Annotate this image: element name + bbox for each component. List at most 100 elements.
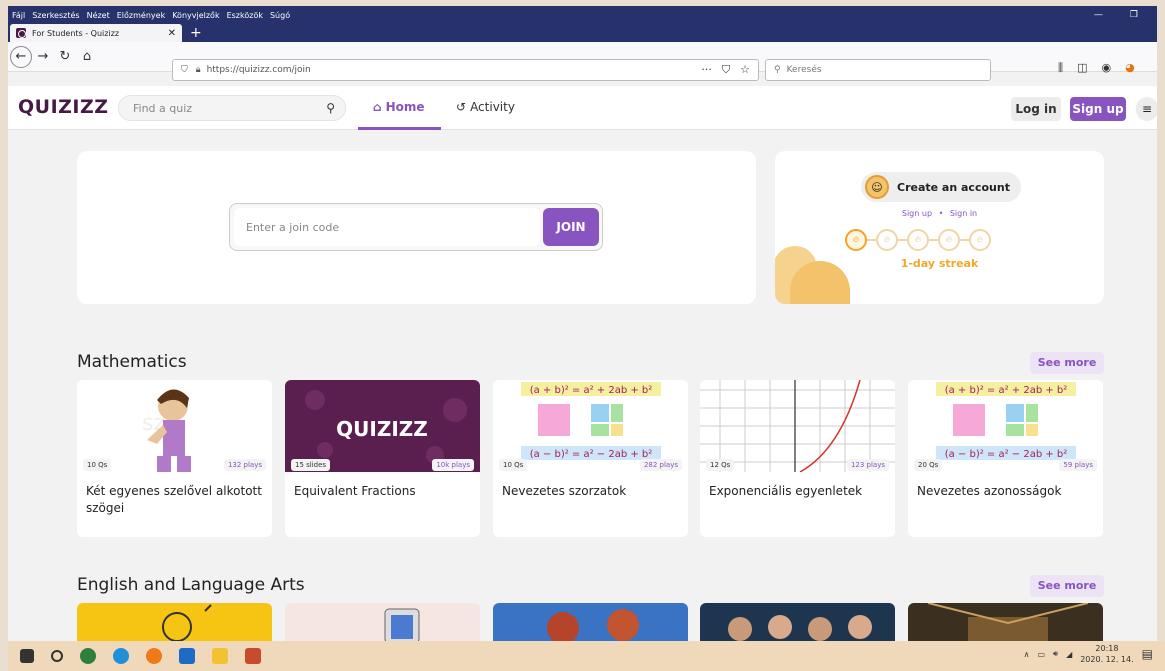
notifications-icon[interactable]: ▤ — [1142, 647, 1153, 661]
plays-badge: 123 plays — [846, 459, 889, 471]
browser-search-placeholder: Keresés — [786, 65, 822, 75]
group-photo-thumbnail — [728, 615, 872, 641]
browser-search-input[interactable]: ⚲ Keresés — [765, 59, 991, 81]
network-icon[interactable]: ◢ — [1066, 650, 1072, 659]
home-icon[interactable]: ⌂ — [76, 49, 98, 64]
quiz-title: Két egyenes szelővel alkotott szögei — [86, 484, 262, 515]
minimize-icon[interactable]: — — [1094, 10, 1103, 20]
plays-badge: 10k plays — [432, 459, 474, 471]
join-code-input[interactable]: Enter a join code — [234, 208, 540, 246]
quiz-card[interactable]: (a + b)² = a² + 2ab + b² (a − b)² = a² −… — [493, 380, 688, 537]
slides-count-badge: 15 slides — [291, 459, 331, 471]
volume-icon[interactable]: 🔊︎ — [1053, 649, 1058, 659]
menu-bookmarks[interactable]: Könyvjelzők — [172, 11, 219, 20]
library-icon[interactable]: ⫼ — [1058, 61, 1063, 75]
page-actions-icon[interactable]: ··· — [701, 63, 712, 77]
quiz-title: Equivalent Fractions — [294, 484, 416, 498]
question-count-badge: 10 Qs — [83, 459, 112, 471]
quiz-card[interactable] — [285, 603, 480, 641]
close-tab-icon[interactable]: ✕ — [168, 28, 176, 39]
file-explorer-icon[interactable] — [212, 648, 228, 664]
flame-icon: 🔥︎ — [845, 229, 867, 251]
quizizz-logo[interactable]: QUIZIZZ — [18, 96, 109, 118]
quizizz-favicon-icon — [16, 28, 26, 38]
clock[interactable]: 20:18 2020. 12. 14. — [1080, 643, 1133, 665]
svg-text:(a + b)² = a² + 2ab + b²: (a + b)² = a² + 2ab + b² — [945, 385, 1068, 396]
outlook-icon[interactable] — [179, 648, 195, 664]
active-tab-underline — [358, 127, 441, 130]
toolbar-right-icons: ⫼ ◫ ◉ ◕ — [1058, 61, 1135, 75]
tab-title: For Students - Quizizz — [32, 28, 120, 38]
see-more-english[interactable]: See more — [1030, 575, 1104, 597]
nav-activity-label: Activity — [470, 100, 515, 114]
address-bar[interactable]: ⛉ 🔒︎ https://quizizz.com/join ··· ⛉ ☆ — [172, 59, 759, 81]
question-count-badge: 10 Qs — [499, 459, 528, 471]
menu-tools[interactable]: Eszközök — [227, 11, 263, 20]
battery-icon[interactable]: ▭ — [1037, 650, 1045, 659]
menu-help[interactable]: Súgó — [270, 11, 290, 20]
forward-icon[interactable]: → — [32, 49, 54, 64]
section-title-english: English and Language Arts — [77, 575, 305, 595]
extension-icon[interactable]: ◕ — [1125, 61, 1135, 75]
home-icon: ⌂ — [373, 100, 382, 114]
tab-quizizz[interactable]: For Students - Quizizz ✕ — [10, 24, 182, 42]
edge-icon[interactable] — [113, 648, 129, 664]
shield-icon[interactable]: ⛉ — [181, 65, 188, 75]
nav-home[interactable]: ⌂ Home — [373, 100, 425, 114]
reload-icon[interactable]: ↻ — [54, 49, 76, 64]
quiz-card[interactable]: QUIZIZZ 15 slides 10k plays Equivalent F… — [285, 380, 480, 537]
nav-activity[interactable]: ↺ Activity — [456, 100, 515, 114]
signin-link[interactable]: Sign in — [950, 209, 977, 218]
clock-time: 20:18 — [1095, 644, 1119, 653]
back-icon[interactable]: ← — [10, 45, 32, 68]
create-account-label: Create an account — [897, 180, 1010, 194]
lightbulb-thumbnail — [162, 604, 212, 641]
windows-start-icon[interactable] — [20, 649, 34, 663]
streak-label: 1-day streak — [900, 257, 979, 270]
chevron-up-icon[interactable]: ∧ — [1024, 650, 1030, 659]
quiz-card[interactable]: sz... 10 Qs 132 plays Két egyenes szelőv… — [77, 380, 272, 537]
menu-view[interactable]: Nézet — [87, 11, 110, 20]
question-count-badge: 20 Qs — [914, 459, 943, 471]
bookmark-star-icon[interactable]: ☆ — [740, 63, 750, 77]
see-more-mathematics[interactable]: See more — [1030, 352, 1104, 374]
restore-icon[interactable]: ❐ — [1130, 10, 1138, 20]
app-icon[interactable] — [80, 648, 96, 664]
new-tab-icon[interactable]: + — [190, 25, 202, 41]
login-button[interactable]: Log in — [1011, 97, 1061, 121]
quiz-card[interactable] — [77, 603, 272, 641]
quiz-title: Nevezetes azonosságok — [917, 484, 1062, 498]
pocket-icon[interactable]: ⛉ — [722, 63, 730, 77]
flame-icon: 🔥︎ — [969, 229, 991, 251]
signup-link[interactable]: Sign up — [902, 209, 932, 218]
quiz-card[interactable]: (a + b)² = a² + 2ab + b² (a − b)² = a² −… — [908, 380, 1103, 537]
firefox-icon[interactable] — [146, 648, 162, 664]
signup-button[interactable]: Sign up — [1070, 97, 1126, 121]
join-form: Enter a join code JOIN — [229, 203, 603, 251]
menu-icon[interactable]: ≡ — [1136, 97, 1157, 121]
quiz-card[interactable] — [700, 603, 895, 641]
quiz-card[interactable] — [493, 603, 688, 641]
menu-edit[interactable]: Szerkesztés — [32, 11, 79, 20]
flame-icon: 🔥︎ — [876, 229, 898, 251]
sidebar-icon[interactable]: ◫ — [1077, 61, 1087, 75]
quiz-card[interactable] — [908, 603, 1103, 641]
quiz-card[interactable]: 12 Qs 123 plays Exponenciális egyenletek — [700, 380, 895, 537]
quiz-search-input[interactable]: Find a quiz ⚲ — [118, 95, 346, 121]
search-icon[interactable] — [51, 650, 63, 662]
menu-history[interactable]: Előzmények — [117, 11, 165, 20]
join-button[interactable]: JOIN — [543, 208, 599, 246]
quiz-title: Exponenciális egyenletek — [709, 484, 863, 498]
svg-text:(a − b)² = a² − 2ab + b²: (a − b)² = a² − 2ab + b² — [945, 449, 1068, 460]
powerpoint-icon[interactable] — [245, 648, 261, 664]
create-account-button[interactable]: ☺ Create an account — [861, 172, 1021, 202]
menu-file[interactable]: Fájl — [12, 11, 25, 20]
clock-date: 2020. 12. 14. — [1080, 655, 1134, 664]
quizizz-logo-image: QUIZIZZ — [336, 417, 428, 441]
boxing-thumbnail — [547, 609, 639, 641]
plays-badge: 282 plays — [639, 459, 682, 471]
question-count-badge: 12 Qs — [706, 459, 735, 471]
search-icon[interactable]: ⚲ — [326, 101, 335, 115]
account-icon[interactable]: ◉ — [1101, 61, 1111, 75]
svg-text:(a − b)² = a² − 2ab + b²: (a − b)² = a² − 2ab + b² — [530, 449, 653, 460]
